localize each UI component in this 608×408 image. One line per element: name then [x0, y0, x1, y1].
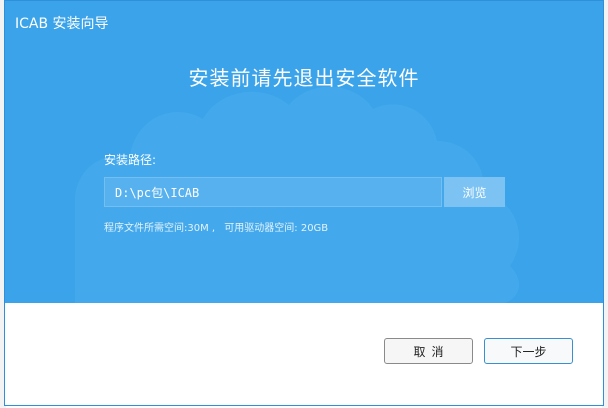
install-path-input[interactable]	[104, 177, 442, 207]
browse-button[interactable]: 浏览	[444, 177, 505, 207]
cloud-background-icon	[75, 86, 520, 303]
window-title: ICAB 安装向导	[15, 16, 109, 32]
install-path-label: 安装路径:	[104, 153, 157, 167]
header-banner: ICAB 安装向导 安装前请先退出安全软件 安装路径: 浏览 程序文件所需空间:…	[5, 1, 603, 303]
disk-space-info: 程序文件所需空间:30M , 可用驱动器空间: 20GB	[104, 219, 334, 234]
available-space-text: 可用驱动器空间: 20GB	[224, 223, 329, 234]
installer-window: ICAB 安装向导 安装前请先退出安全软件 安装路径: 浏览 程序文件所需空间:…	[4, 0, 604, 406]
headline: 安装前请先退出安全软件	[188, 66, 420, 90]
footer: 取消 下一步	[5, 303, 603, 405]
required-space-text: 程序文件所需空间:30M ,	[104, 223, 216, 234]
cancel-button[interactable]: 取消	[384, 338, 473, 364]
next-button[interactable]: 下一步	[484, 338, 573, 364]
